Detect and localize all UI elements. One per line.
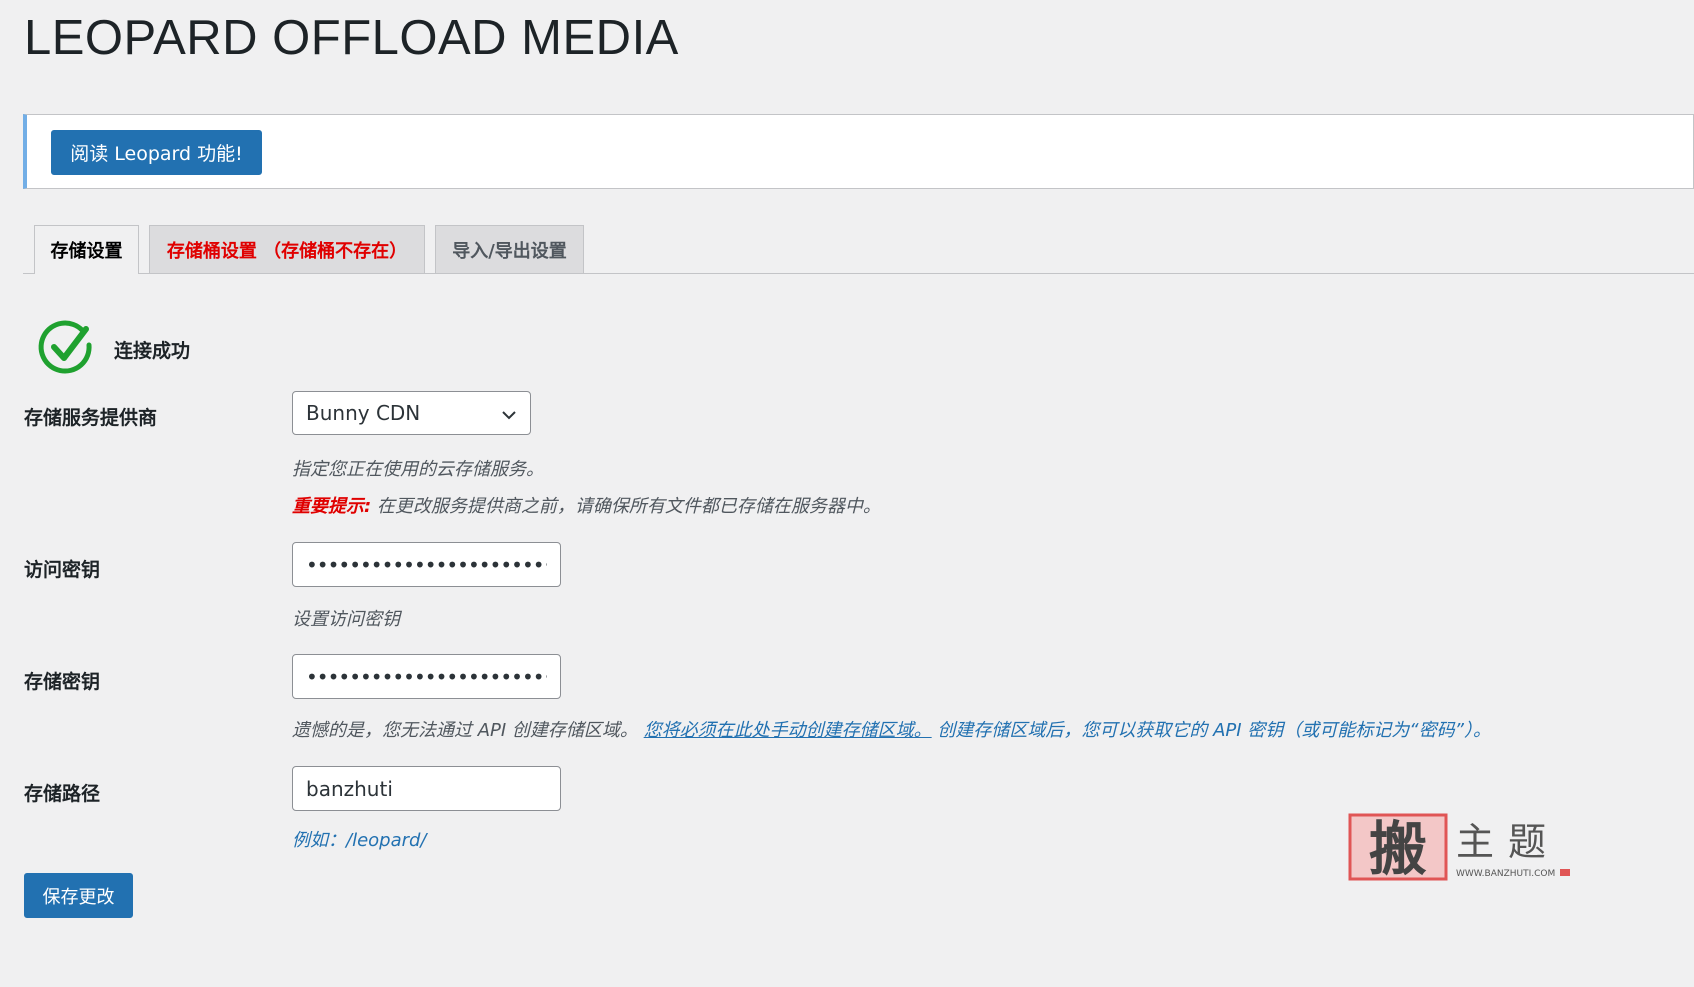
access-key-input[interactable] [292, 542, 561, 587]
read-features-button[interactable]: 阅读 Leopard 功能! [51, 130, 262, 175]
page-title: LEOPARD OFFLOAD MEDIA [24, 11, 679, 65]
provider-select-value: Bunny CDN [306, 401, 421, 425]
save-changes-button[interactable]: 保存更改 [24, 873, 133, 918]
secret-key-description: 遗憾的是，您无法通过 API 创建存储区域。 您将必须在此处手动创建存储区域。 … [292, 716, 1491, 742]
svg-text:WWW.BANZHUTI.COM: WWW.BANZHUTI.COM [1456, 869, 1555, 879]
provider-warning: 重要提示: 在更改服务提供商之前，请确保所有文件都已存储在服务器中。 [292, 492, 881, 518]
provider-label: 存储服务提供商 [24, 407, 158, 429]
create-zone-link[interactable]: 您将必须在此处手动创建存储区域。 [644, 720, 932, 741]
warning-prefix: 重要提示: [292, 496, 372, 517]
check-circle-icon [38, 319, 94, 379]
connection-status: 连接成功 [38, 319, 190, 379]
tab-bucket-settings[interactable]: 存储桶设置 （存储桶不存在） [149, 225, 425, 273]
notice-box: 阅读 Leopard 功能! [23, 114, 1694, 189]
access-key-description: 设置访问密钥 [292, 609, 400, 630]
provider-select[interactable]: Bunny CDN [292, 391, 531, 435]
tab-import-export[interactable]: 导入/导出设置 [435, 225, 584, 273]
banzhuti-watermark: 搬 主题 WWW.BANZHUTI.COM [1348, 813, 1588, 889]
provider-description: 指定您正在使用的云存储服务。 [292, 459, 544, 480]
tabs-divider [23, 273, 1694, 274]
svg-text:主题: 主题 [1456, 820, 1560, 864]
storage-path-input[interactable] [292, 766, 561, 811]
storage-path-description: 例如：/leopard/ [292, 830, 427, 851]
chevron-down-icon [500, 405, 518, 429]
warning-text: 在更改服务提供商之前，请确保所有文件都已存储在服务器中。 [371, 496, 881, 517]
connection-status-text: 连接成功 [114, 339, 191, 362]
access-key-label: 访问密钥 [24, 559, 101, 581]
secret-key-input[interactable] [292, 654, 561, 699]
secret-key-desc-pre: 遗憾的是，您无法通过 API 创建存储区域。 [292, 720, 638, 741]
svg-text:搬: 搬 [1369, 815, 1427, 883]
secret-key-desc-post: 创建存储区域后，您可以获取它的 API 密钥（或可能标记为“密码”）。 [937, 720, 1491, 741]
storage-path-label: 存储路径 [24, 783, 101, 805]
secret-key-label: 存储密钥 [24, 671, 101, 693]
tab-storage-settings[interactable]: 存储设置 [34, 225, 139, 274]
